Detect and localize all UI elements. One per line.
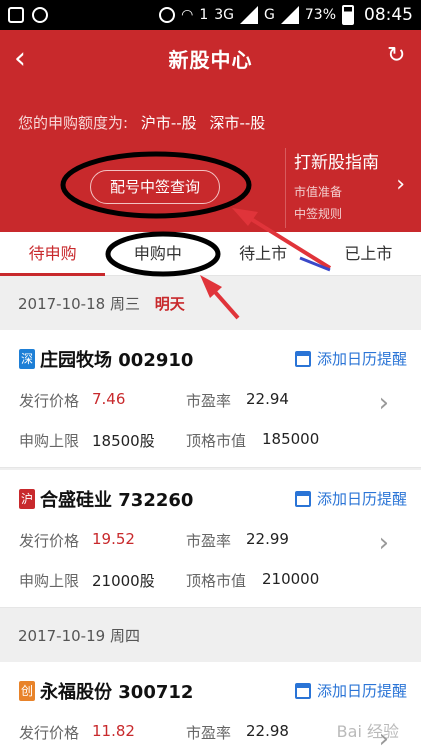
- calendar-icon: [294, 682, 311, 699]
- tab-subscribing[interactable]: 申购中: [105, 232, 210, 275]
- calendar-icon: [294, 350, 311, 367]
- limit-label: 申购上限: [19, 572, 80, 590]
- issue-price-label: 发行价格: [19, 392, 80, 410]
- issue-price-value: 19.52: [92, 530, 135, 548]
- battery-icon: [342, 5, 354, 25]
- cap-value: 185000: [262, 430, 320, 448]
- date-header: 2017-10-19 周四: [0, 610, 421, 662]
- quota-label: 您的申购额度为:: [18, 114, 129, 132]
- cap-value: 210000: [262, 570, 320, 588]
- battery-percent: 73%: [304, 7, 336, 23]
- signal-icon: [280, 6, 299, 24]
- page-title: 新股中心: [168, 48, 253, 72]
- chevron-right-icon: ›: [378, 388, 389, 418]
- date-header: 2017-10-18 周三 明天: [0, 278, 421, 330]
- pe-label: 市盈率: [186, 392, 232, 410]
- add-calendar-reminder-button[interactable]: 添加日历提醒: [294, 680, 407, 701]
- date-text: 2017-10-18 周三: [18, 295, 140, 313]
- quota-info: 您的申购额度为: 沪市--股 深市--股: [18, 112, 265, 133]
- issue-price-label: 发行价格: [19, 724, 80, 742]
- alarm-icon: [32, 7, 48, 23]
- tab-pending-subscription[interactable]: 待申购: [0, 232, 106, 276]
- lottery-query-button[interactable]: 配号中签查询: [90, 170, 220, 204]
- sim-label: 1: [199, 7, 209, 23]
- network-g-label: G: [264, 7, 275, 23]
- status-bar: ◠ 1 3G G 73% 08:45: [0, 0, 421, 30]
- limit-value: 21000股: [92, 572, 155, 590]
- market-badge: 深: [19, 349, 35, 369]
- pe-value: 22.99: [246, 530, 289, 548]
- tab-listed[interactable]: 已上市: [316, 232, 421, 275]
- quota-sh: 沪市--股: [140, 114, 197, 132]
- tab-bar: 待申购 申购中 待上市 已上市: [0, 232, 421, 276]
- wifi-icon: ◠: [181, 7, 194, 23]
- issue-price-label: 发行价格: [19, 532, 80, 550]
- add-calendar-reminder-button[interactable]: 添加日历提醒: [294, 348, 407, 369]
- cap-label: 顶格市值: [186, 432, 247, 450]
- chevron-right-icon: ›: [378, 528, 389, 558]
- header: ‹ 新股中心 ↻ 您的申购额度为: 沪市--股 深市--股 配号中签查询 打新股…: [0, 30, 421, 232]
- cap-label: 顶格市值: [186, 572, 247, 590]
- chevron-right-icon: ›: [396, 172, 405, 197]
- image-notification-icon: [8, 7, 24, 23]
- signal-icon: [240, 6, 259, 24]
- tab-pending-listing[interactable]: 待上市: [211, 232, 316, 275]
- limit-value: 18500股: [92, 432, 155, 450]
- market-badge: 沪: [19, 489, 35, 509]
- watermark-logo: Bai 经验: [336, 722, 399, 741]
- limit-label: 申购上限: [19, 432, 80, 450]
- issue-price-value: 11.82: [92, 722, 135, 740]
- ipo-guide[interactable]: 打新股指南 市值准备 中签规则 ›: [285, 148, 421, 228]
- refresh-icon[interactable]: ↻: [387, 45, 409, 67]
- pe-value: 22.98: [246, 722, 289, 740]
- pe-value: 22.94: [246, 390, 289, 408]
- calendar-icon: [294, 490, 311, 507]
- pe-label: 市盈率: [186, 724, 232, 742]
- date-text: 2017-10-19 周四: [18, 627, 140, 645]
- stock-name: 永福股份 300712: [40, 682, 194, 703]
- guide-title: 打新股指南: [294, 153, 379, 173]
- market-badge: 创: [19, 681, 35, 701]
- stock-card[interactable]: 沪 合盛硅业 732260 添加日历提醒 发行价格 19.52 市盈率 22.9…: [0, 470, 421, 608]
- quota-sz: 深市--股: [209, 114, 266, 132]
- network-3g-label: 3G: [214, 7, 235, 23]
- remind-label: 添加日历提醒: [316, 682, 407, 700]
- stock-card[interactable]: 深 庄园牧场 002910 添加日历提醒 发行价格 7.46 市盈率 22.94…: [0, 330, 421, 468]
- pe-label: 市盈率: [186, 532, 232, 550]
- issue-price-value: 7.46: [92, 390, 126, 408]
- date-tag: 明天: [154, 295, 185, 313]
- remind-label: 添加日历提醒: [316, 490, 407, 508]
- alarm-icon: [159, 7, 176, 23]
- stock-name: 合盛硅业 732260: [40, 490, 194, 511]
- clock: 08:45: [364, 5, 413, 25]
- stock-name: 庄园牧场 002910: [40, 350, 194, 371]
- add-calendar-reminder-button[interactable]: 添加日历提醒: [294, 488, 407, 509]
- guide-item-lottery-rules: 中签规则: [294, 207, 343, 221]
- remind-label: 添加日历提醒: [316, 350, 407, 368]
